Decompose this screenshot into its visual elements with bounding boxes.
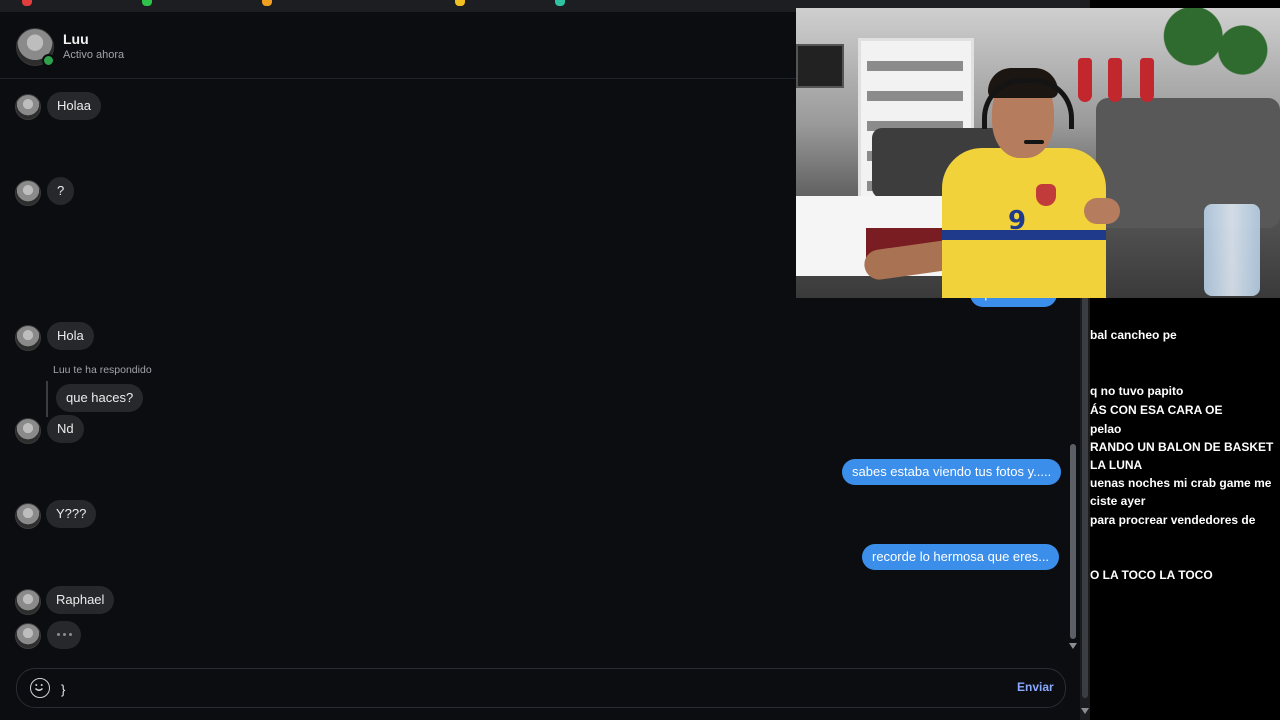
stream-chat-line: ÁS CON ESA CARA OE (1090, 403, 1223, 417)
water-bottles (1204, 204, 1260, 296)
online-dot-icon (42, 54, 55, 67)
avatar[interactable] (15, 623, 41, 649)
webcam-overlay: 9 (796, 8, 1280, 298)
tab-favicon[interactable] (22, 0, 32, 6)
avatar[interactable] (15, 180, 41, 206)
stream-chat-line: pelao (1090, 422, 1122, 436)
outgoing-message[interactable]: sabes estaba viendo tus fotos y..... (842, 459, 1062, 485)
incoming-message[interactable]: Nd (47, 415, 84, 443)
stream-chat-line: LA LUNA (1090, 458, 1143, 472)
stream-chat-line: RANDO UN BALON DE BASKET (1090, 440, 1274, 454)
message-input[interactable] (59, 678, 963, 700)
tab-favicon[interactable] (555, 0, 565, 6)
incoming-message[interactable]: Hola (47, 322, 94, 350)
typing-indicator (47, 621, 81, 649)
jersey-number: 9 (1008, 206, 1027, 236)
quoted-message[interactable]: que haces? (56, 384, 144, 412)
tab-favicon[interactable] (142, 0, 152, 6)
stream-chat-line: q no tuvo papito (1090, 384, 1184, 398)
avatar[interactable] (15, 325, 41, 351)
incoming-message[interactable]: Y??? (46, 500, 97, 528)
avatar[interactable] (15, 94, 41, 120)
incoming-message[interactable]: Raphael (46, 586, 115, 614)
avatar[interactable] (15, 418, 41, 444)
scroll-thumb[interactable] (1082, 278, 1088, 698)
streamer-hand (1084, 198, 1120, 224)
stream-chat-line: bal cancheo pe (1090, 328, 1177, 342)
monitor (796, 44, 844, 88)
christmas-stocking (1140, 58, 1154, 102)
outgoing-message[interactable]: recorde lo hermosa que eres... (862, 544, 1060, 570)
tab-favicon[interactable] (455, 0, 465, 6)
christmas-stocking (1108, 58, 1122, 102)
tab-favicon[interactable] (262, 0, 272, 6)
christmas-garland (1156, 8, 1280, 78)
scroll-down-arrow-icon[interactable] (1081, 708, 1089, 714)
avatar[interactable] (15, 589, 41, 615)
contact-name[interactable]: Luu (63, 31, 89, 47)
stream-chat-line: O LA TOCO LA TOCO (1090, 568, 1213, 582)
send-button[interactable]: Enviar (1017, 680, 1054, 694)
stream-chat-line: ciste ayer (1090, 494, 1146, 508)
avatar[interactable] (15, 503, 41, 529)
smiley-icon[interactable] (30, 678, 50, 698)
incoming-message[interactable]: ? (47, 177, 75, 205)
reply-note: Luu te ha respondido (53, 364, 152, 376)
incoming-message[interactable]: Holaa (47, 92, 101, 120)
stream-chat-line: uenas noches mi crab game me (1090, 476, 1272, 490)
typing-dot (57, 633, 60, 636)
christmas-stocking (1078, 58, 1092, 102)
stream-chat-line: para procrear vendedores de (1090, 513, 1256, 527)
typing-dot (69, 633, 72, 636)
typing-dot (63, 633, 66, 636)
contact-status: Activo ahora (63, 49, 125, 61)
scroll-down-arrow-icon[interactable] (1069, 643, 1077, 649)
reply-bar (46, 381, 48, 417)
microphone-icon (1024, 140, 1044, 144)
stream-chat-scrollbar[interactable] (1080, 268, 1090, 720)
message-composer: Enviar (16, 668, 1066, 708)
scroll-thumb[interactable] (1070, 444, 1076, 639)
jersey-crest (1036, 184, 1056, 206)
